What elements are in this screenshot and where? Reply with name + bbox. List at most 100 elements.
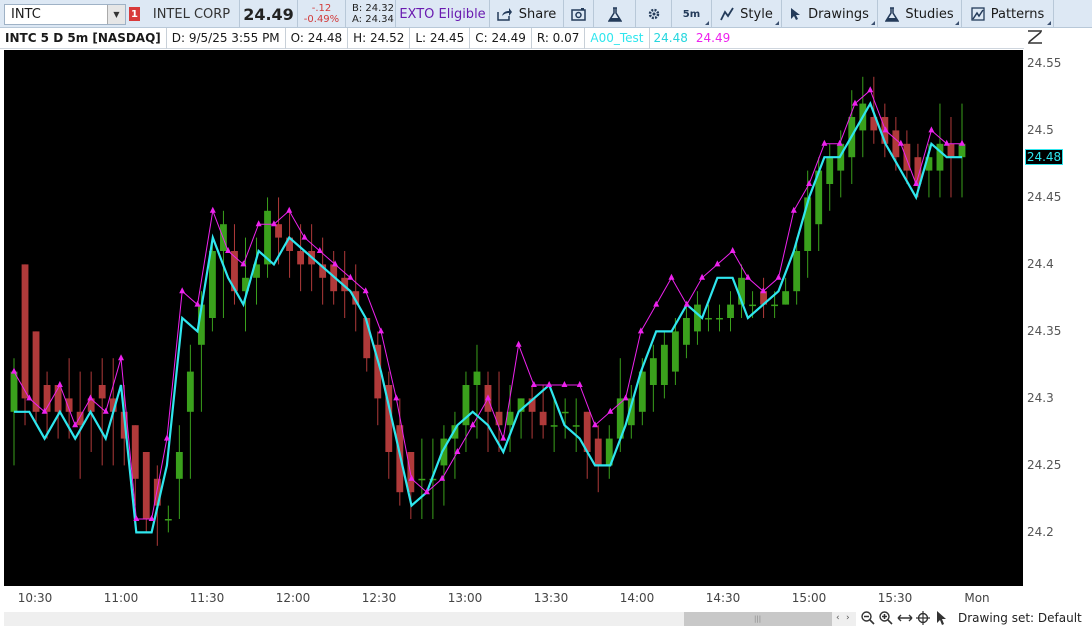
chart-title[interactable]: INTC 5 D 5m [NASDAQ] (0, 27, 167, 49)
study-marker (699, 273, 706, 280)
study-marker (270, 220, 277, 227)
study-marker (775, 273, 782, 280)
candle-body (186, 371, 194, 412)
scroll-right-icon[interactable]: › (846, 613, 850, 623)
study-marker (668, 273, 675, 280)
bottom-bar: ||| ‹ › Drawing set: Default (0, 609, 1092, 629)
candle-body (826, 157, 834, 184)
study-marker (729, 247, 736, 253)
studies-label: Studies (905, 6, 954, 22)
study-marker (943, 139, 950, 146)
style-label: Style (740, 6, 773, 22)
study-marker (11, 367, 17, 374)
study-marker (821, 139, 828, 146)
settings-button[interactable] (636, 0, 672, 28)
time-tick-label: 12:30 (361, 591, 397, 605)
zoom-out-icon[interactable] (860, 610, 876, 626)
interval-button[interactable]: 5m (672, 0, 712, 28)
study-marker (118, 354, 125, 361)
collapse-panel-icon[interactable] (1026, 29, 1044, 45)
time-axis[interactable]: 10:30 11:00 11:30 12:00 12:30 13:00 13:30 14:00… (4, 587, 1092, 609)
alert-badge[interactable]: 1 (129, 7, 140, 21)
style-button[interactable]: Style (712, 0, 782, 28)
study-marker (760, 287, 767, 294)
study-marker (515, 340, 522, 347)
study-marker (347, 273, 354, 280)
price-tick-label: 24.35 (1027, 324, 1062, 339)
exto-eligible-button[interactable]: EXTO Eligible (396, 0, 490, 28)
price-chart[interactable] (4, 50, 1023, 586)
study-marker (607, 407, 614, 414)
study-marker (194, 300, 201, 307)
study-marker (959, 139, 965, 146)
study-marker (255, 220, 262, 227)
candle-body (473, 371, 481, 385)
candle-body (418, 478, 426, 481)
study-marker (393, 394, 400, 401)
price-axis[interactable]: 24.55 24.5 24.45 24.4 24.35 24.3 24.25 24.2 24.4… (1023, 50, 1092, 586)
candle-body (87, 398, 95, 412)
study-marker (806, 180, 813, 186)
camera-icon (570, 8, 586, 21)
pan-icon[interactable] (897, 610, 913, 626)
flask-button[interactable] (594, 0, 636, 28)
pointer-icon[interactable] (934, 610, 950, 626)
study-marker (332, 260, 339, 267)
candle-body (727, 304, 734, 318)
study-name[interactable]: A00_Test (585, 27, 650, 49)
scroll-thumb[interactable]: ||| (684, 612, 832, 626)
cursor-icon (791, 8, 801, 20)
time-tick-label: 14:00 (619, 591, 655, 605)
zoom-in-icon[interactable] (878, 610, 894, 626)
symbol-input[interactable]: INTC ▼ (4, 4, 126, 25)
style-menu-icon (775, 21, 779, 25)
candle-body (782, 291, 790, 305)
scroll-left-icon[interactable]: ‹ (836, 613, 840, 623)
crosshair-icon[interactable] (915, 610, 931, 626)
candle-body (76, 411, 84, 426)
bar-open: O: 24.48 (286, 27, 349, 49)
candle-body (716, 318, 723, 320)
time-tick-label: 13:00 (447, 591, 483, 605)
study-marker (316, 247, 323, 253)
drawing-set-label[interactable]: Drawing set: Default (958, 611, 1082, 625)
price-chart-canvas[interactable] (4, 50, 1023, 586)
share-button[interactable]: Share (490, 0, 564, 28)
patterns-button[interactable]: Patterns (962, 0, 1054, 28)
candle-body (561, 411, 569, 414)
price-tick-label: 24.3 (1027, 391, 1054, 406)
ask-value: A: 24.34 (352, 14, 394, 25)
candle-body (793, 251, 801, 292)
candle-body (771, 304, 779, 307)
study-marker (546, 381, 553, 387)
price-tick-label: 24.4 (1027, 257, 1054, 272)
snapshot-button[interactable] (564, 0, 594, 28)
price-tick-label: 24.2 (1027, 525, 1054, 540)
study-marker (56, 381, 63, 387)
studies-button[interactable]: Studies (878, 0, 962, 28)
study-line-cyan (14, 101, 962, 534)
gear-icon (648, 8, 659, 20)
candle-body (705, 318, 712, 320)
time-tick-label: 14:30 (705, 591, 741, 605)
net-change: -.12 -0.49% (298, 0, 346, 28)
bar-high: H: 24.52 (348, 27, 411, 49)
study-marker (851, 99, 858, 106)
bid-value: B: 24.32 (352, 3, 395, 14)
horizontal-scrollbar[interactable]: ||| ‹ › (4, 612, 856, 626)
time-tick-label: 11:30 (189, 591, 225, 605)
candle-body (539, 411, 547, 426)
company-name: INTEL CORP (144, 0, 240, 28)
study-marker (836, 139, 843, 146)
symbol-dropdown-icon[interactable]: ▼ (107, 5, 125, 24)
bar-date: D: 9/5/25 3:55 PM (167, 27, 286, 49)
time-tick-label: 11:00 (103, 591, 139, 605)
drawings-button[interactable]: Drawings (782, 0, 878, 28)
interval-menu-icon (705, 21, 709, 25)
net-change-value: -.12 (311, 3, 332, 14)
candle-body (175, 452, 183, 479)
flask-icon (607, 6, 622, 22)
time-tick-label: 12:00 (275, 591, 311, 605)
top-toolbar: INTC ▼ 1 INTEL CORP 24.49 -.12 -0.49% B:… (0, 0, 1092, 28)
time-tick-label: Mon (964, 591, 990, 605)
